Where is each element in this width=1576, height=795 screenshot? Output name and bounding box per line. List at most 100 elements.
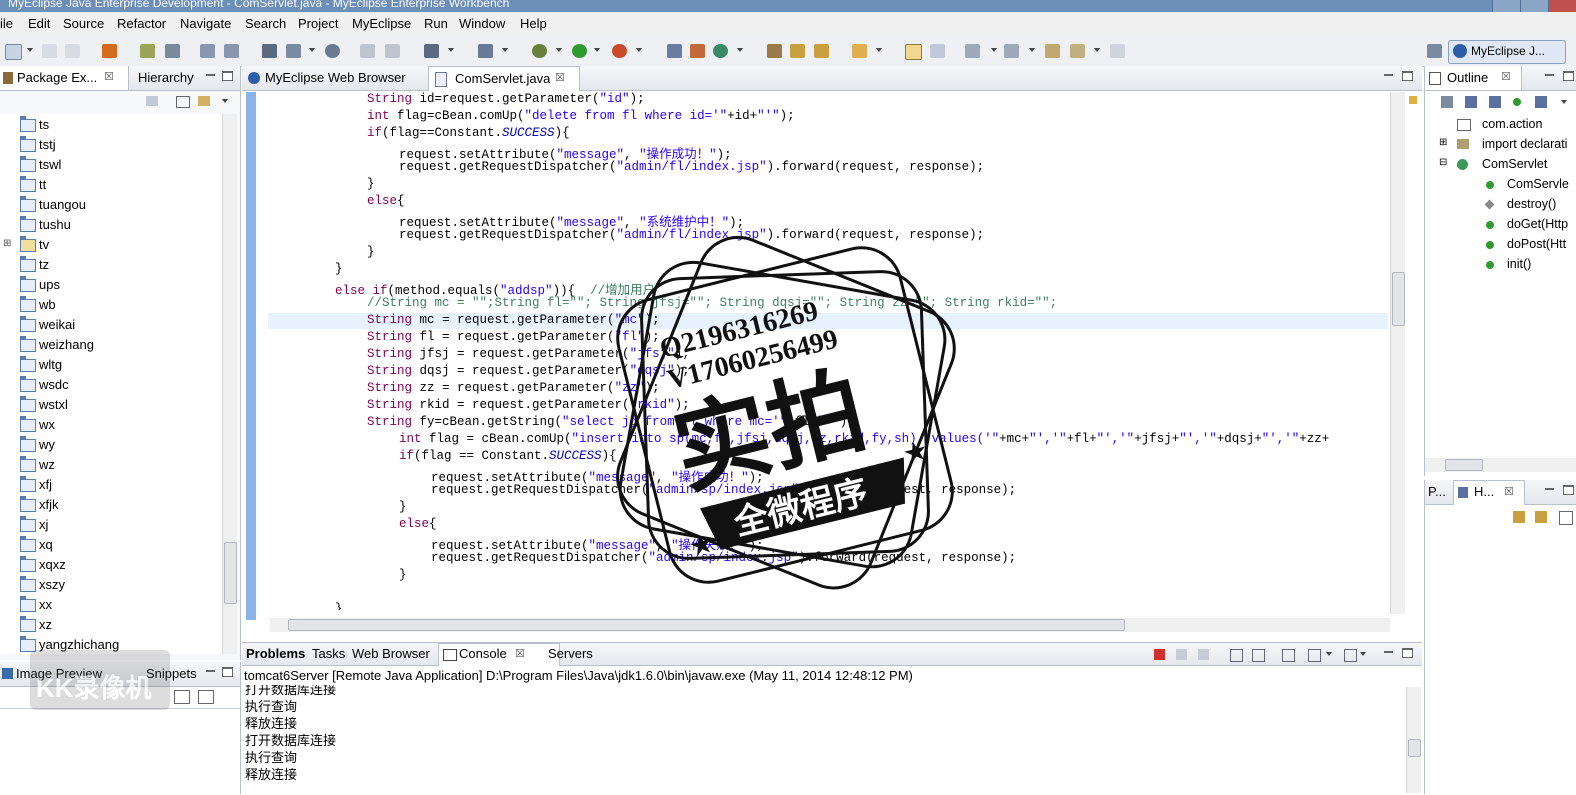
chevron-down-icon[interactable] [1360,652,1366,656]
display-console-icon[interactable] [1308,649,1321,662]
close-icon[interactable]: ☒ [104,70,114,83]
minimize-icon[interactable] [1384,74,1393,76]
bug-icon[interactable] [532,44,547,58]
chevron-down-icon[interactable] [636,48,642,52]
maximize-button[interactable] [1520,0,1549,12]
perspective-button[interactable]: MyEclipse J... [1448,40,1566,64]
chevron-down-icon[interactable] [27,48,33,52]
maximize-icon[interactable] [1563,71,1574,81]
chevron-down-icon[interactable] [448,48,454,52]
clear-console-icon[interactable] [1230,649,1243,662]
maximize-icon[interactable] [222,71,233,81]
outline-item-imports[interactable]: import declarati [1482,137,1567,151]
tab-web-browser[interactable]: MyEclipse Web Browser [242,66,426,90]
link-editor-icon[interactable] [198,96,210,106]
zoom-fit-icon[interactable] [174,690,190,704]
brush-icon[interactable] [814,44,829,58]
menu-run[interactable]: Run [424,16,448,31]
pin-console-icon[interactable] [1282,649,1295,662]
scroll-thumb[interactable] [1445,459,1483,471]
chevron-down-icon[interactable] [309,48,315,52]
pencil-icon[interactable] [1513,511,1525,523]
outline-item-constructor[interactable]: ComServle [1507,177,1569,191]
scroll-thumb[interactable] [1392,272,1405,326]
menu-edit[interactable]: Edit [28,16,50,31]
grid-icon[interactable] [690,44,705,58]
explorer-scrollbar[interactable] [222,114,237,654]
maximize-icon[interactable] [1402,71,1413,81]
remove-launch-icon[interactable] [1176,649,1187,660]
maximize-icon[interactable] [1563,485,1574,495]
menu-myeclipse[interactable]: MyEclipse [352,16,411,31]
menu-refactor[interactable]: Refactor [117,16,166,31]
chevron-down-icon[interactable] [876,48,882,52]
view-menu-icon[interactable] [222,99,228,103]
menu-source[interactable]: Source [63,16,104,31]
show-whitespace-icon[interactable] [930,44,945,58]
window-icon[interactable] [478,44,493,58]
tab-console[interactable]: Console ☒ [438,643,560,666]
close-icon[interactable]: ☒ [1501,70,1511,83]
history-icon[interactable] [1535,511,1547,523]
tab-h[interactable]: H... ☒ [1453,480,1525,505]
build-icon[interactable] [667,44,682,58]
tab-comservlet[interactable]: ComServlet.java ☒ [428,66,580,91]
tab-outline[interactable]: Outline ☒ [1425,66,1522,90]
open-perspective-icon[interactable] [1427,44,1442,58]
new-icon[interactable] [5,44,22,60]
menu-file[interactable]: ile [0,16,13,31]
menu-help[interactable]: Help [520,16,547,31]
save-all-icon[interactable] [65,44,80,58]
collapse-all-icon[interactable] [176,96,190,108]
open-type-icon[interactable] [262,44,277,58]
menu-window[interactable]: Window [459,16,505,31]
forward-icon[interactable] [1110,44,1125,58]
minimize-button[interactable] [1492,0,1521,12]
chevron-down-icon[interactable] [1094,48,1100,52]
terminate-icon[interactable] [1154,649,1165,660]
hide-nonpublic-icon[interactable] [1513,98,1521,106]
console-output[interactable]: 打开数据库连接 执行查询 释放连接 打开数据库连接 执行查询 释放连接 [242,685,1404,795]
maximize-icon[interactable] [222,667,233,677]
minimize-icon[interactable] [1545,74,1554,76]
undeploy-icon[interactable] [224,44,239,58]
outline-item-class[interactable]: ComServlet [1482,157,1547,171]
save-icon[interactable] [42,44,57,58]
chevron-down-icon[interactable] [1029,48,1035,52]
scroll-thumb[interactable] [288,619,1125,631]
console-scrollbar[interactable] [1406,687,1421,793]
run-icon[interactable] [572,44,587,58]
export-icon[interactable] [1559,511,1573,525]
close-icon[interactable]: ☒ [555,71,565,84]
minimize-icon[interactable] [206,670,215,672]
scroll-lock-icon[interactable] [1252,649,1265,662]
view-menu-icon[interactable] [1561,100,1567,104]
open-resource-icon[interactable] [286,44,301,58]
chevron-down-icon[interactable] [594,48,600,52]
menu-search[interactable]: Search [245,16,286,31]
minimize-icon[interactable] [1545,488,1554,490]
tab-hierarchy[interactable]: Hierarchy [128,66,198,90]
close-icon[interactable]: ☒ [1504,485,1514,498]
close-window-button[interactable] [1548,0,1576,12]
back-icon[interactable] [146,96,158,106]
chevron-down-icon[interactable] [991,48,997,52]
new-class-icon[interactable] [385,44,400,58]
external-tools-icon[interactable] [612,44,627,58]
outline-item-destroy[interactable]: destroy() [1507,197,1556,211]
expand-icon[interactable]: ⊞ [1439,137,1447,148]
collapse-icon[interactable]: ⊟ [1439,157,1447,168]
tab-tasks[interactable]: Tasks [312,646,345,661]
chevron-down-icon[interactable] [502,48,508,52]
menu-navigate[interactable]: Navigate [180,16,231,31]
outline-horizontal-scrollbar[interactable] [1425,458,1576,472]
chevron-down-icon[interactable] [1326,652,1332,656]
server-icon[interactable] [165,44,180,58]
tab-servers[interactable]: Servers [548,646,593,661]
outline-item-doget[interactable]: doGet(Http [1507,217,1568,231]
outline-item-init[interactable]: init() [1507,257,1531,271]
package-icon[interactable] [102,44,117,58]
maximize-icon[interactable] [1402,648,1413,658]
refresh-icon[interactable] [713,44,728,58]
debug-icon[interactable] [140,44,155,58]
